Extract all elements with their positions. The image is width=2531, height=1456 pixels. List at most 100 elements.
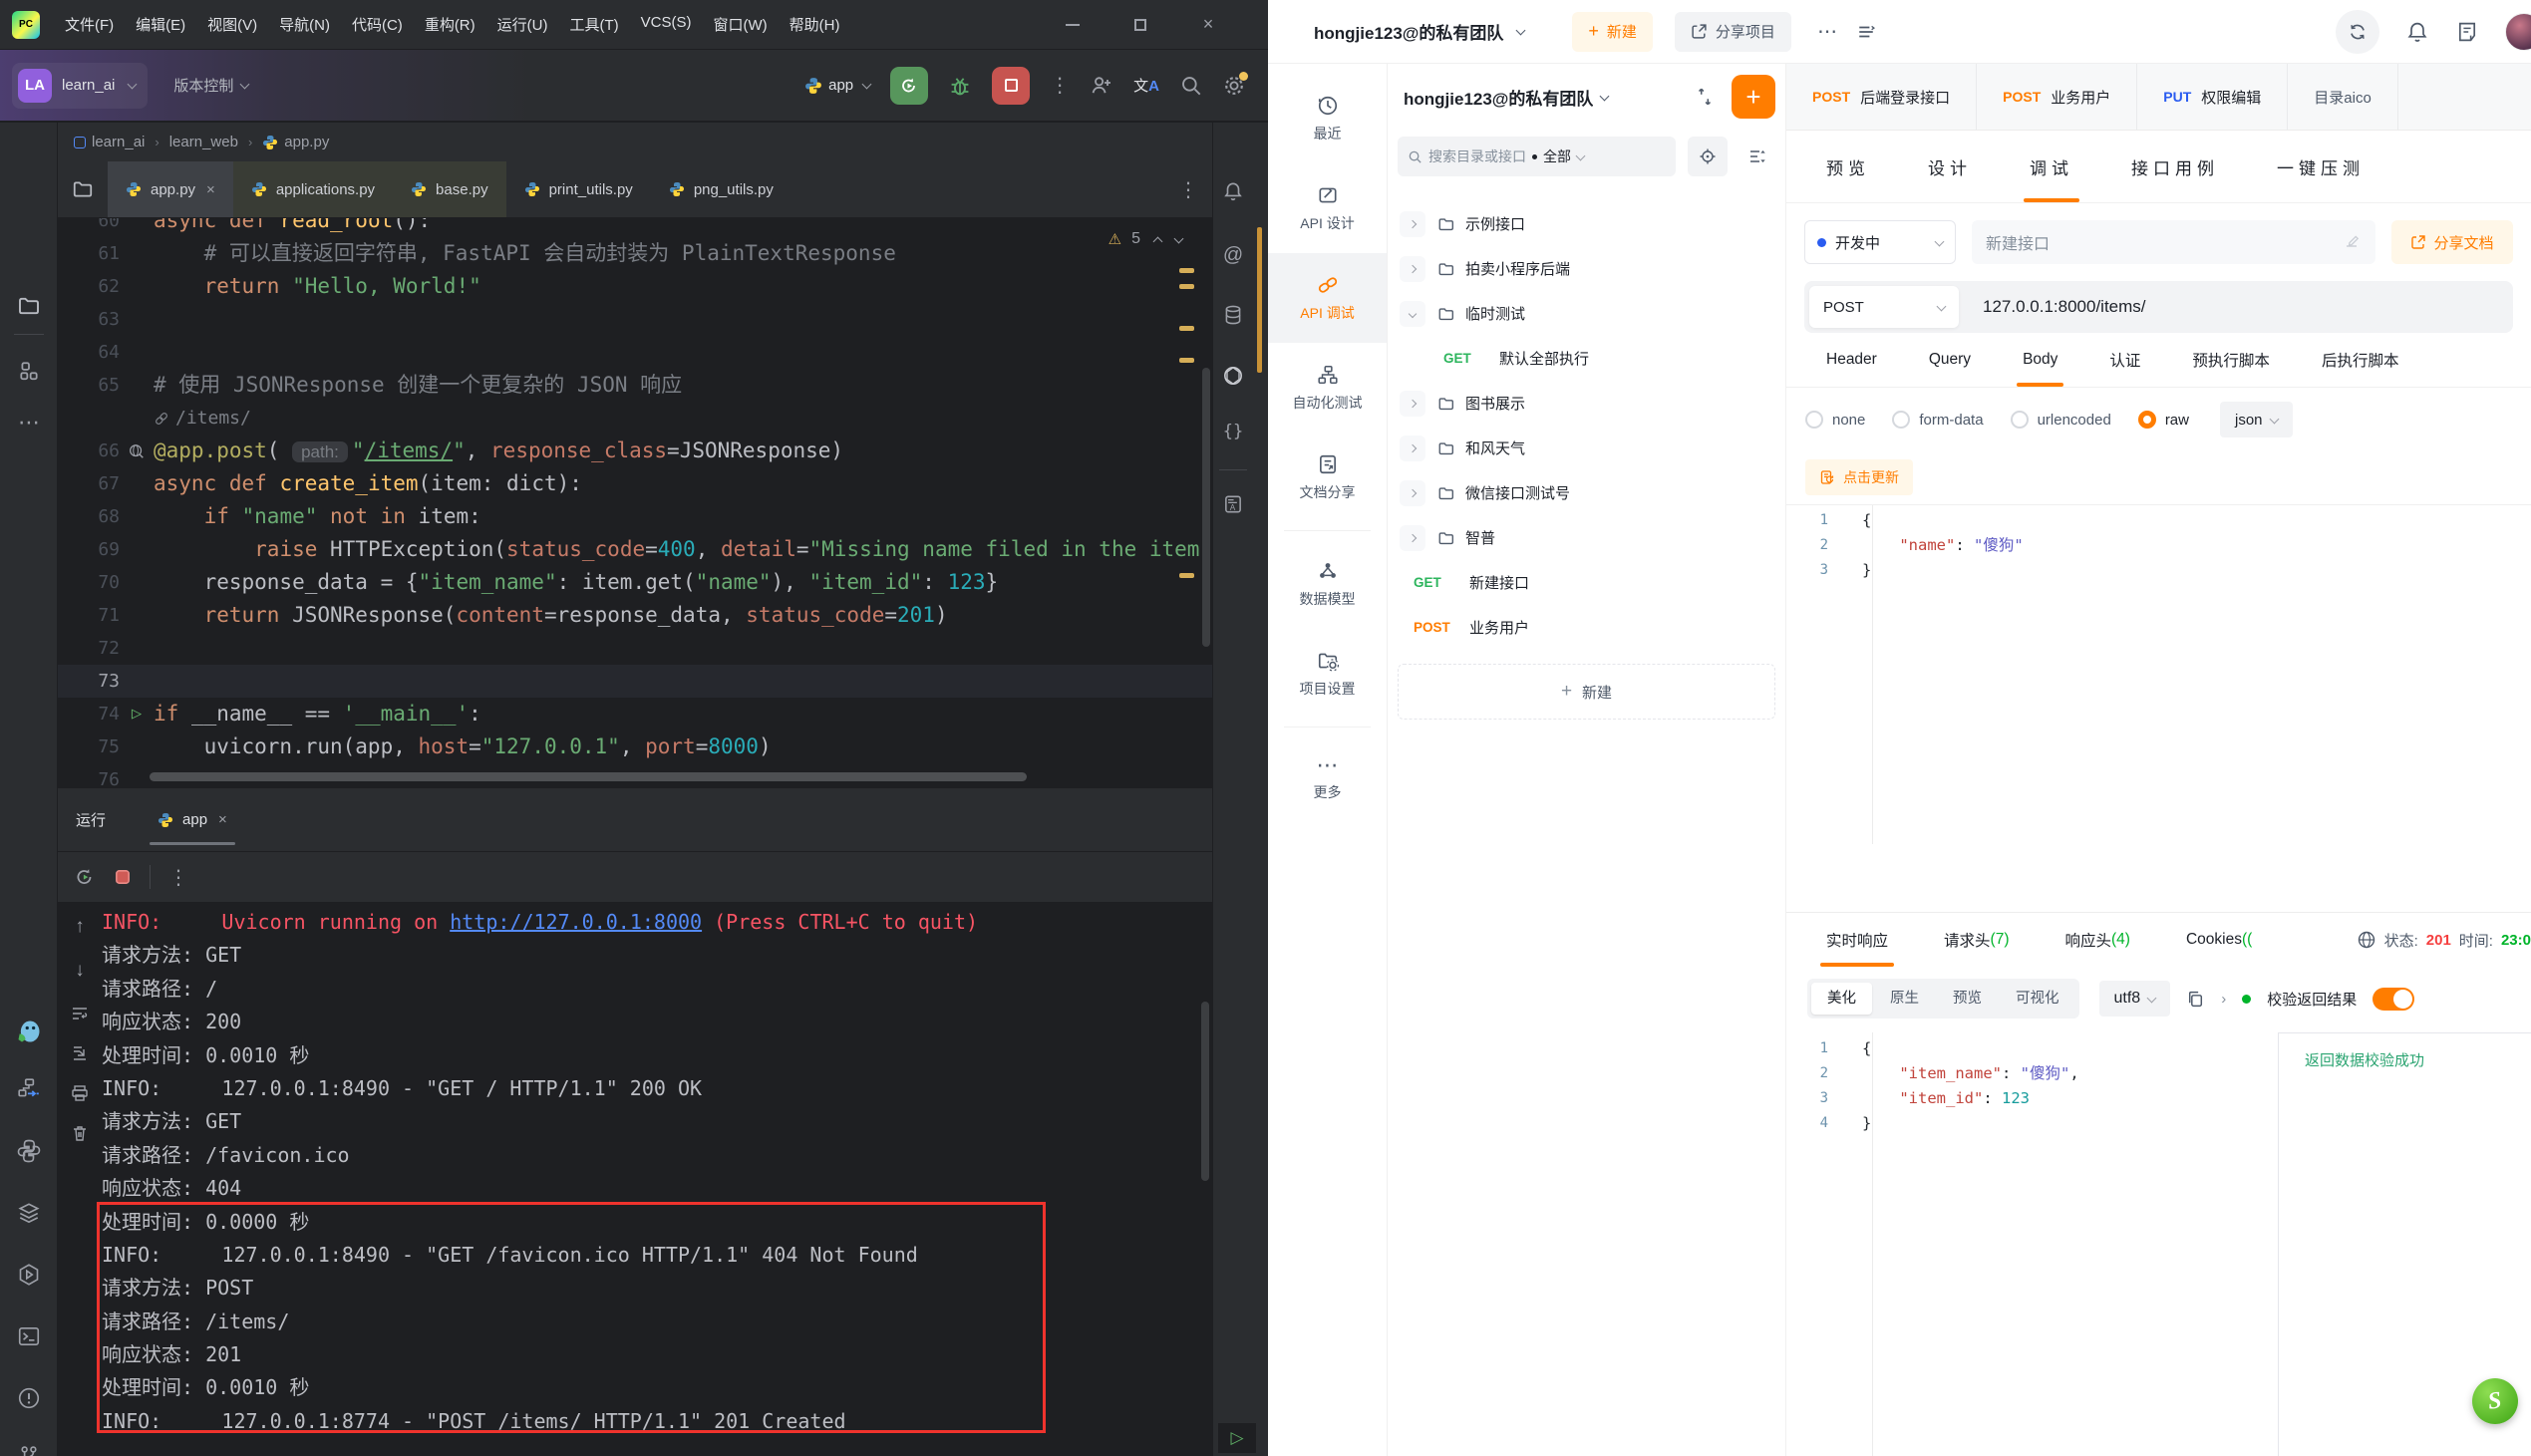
tab-预览[interactable]: 预览	[1826, 131, 1870, 202]
changelog-doc-icon[interactable]	[2455, 20, 2479, 44]
tree-item[interactable]: GET默认全部执行	[1398, 336, 1775, 381]
body-type-urlencoded[interactable]: urlencoded	[2011, 411, 2111, 429]
view-mode-可视化[interactable]: 可视化	[2000, 983, 2075, 1015]
open-api-tab[interactable]: POST后端登录接口	[1786, 64, 1977, 130]
user-avatar[interactable]	[2505, 13, 2531, 51]
terminal-icon[interactable]	[0, 1324, 58, 1348]
view-mode-原生[interactable]: 原生	[1874, 983, 1935, 1015]
edit-pencil-icon[interactable]	[2344, 233, 2362, 251]
prev-problem-icon[interactable]	[1153, 236, 1163, 246]
request-body-editor[interactable]: 1{2 "name": "傻狗"3}	[1786, 505, 2531, 844]
code-line[interactable]: 68 if "name" not in item:	[58, 500, 1212, 533]
menu-item[interactable]: 窗口(W)	[702, 9, 778, 40]
folder-icon[interactable]	[58, 161, 108, 217]
view-mode-美化[interactable]: 美化	[1811, 983, 1872, 1015]
tab-options-icon[interactable]: ⋮	[1178, 177, 1198, 202]
sidebar-item-debug[interactable]: API 调试	[1268, 253, 1387, 343]
api-status-select[interactable]: 开发中	[1804, 220, 1956, 264]
api-gutter-icon[interactable]	[120, 435, 154, 467]
response-tab[interactable]: 响应头(4)	[2064, 913, 2129, 967]
scroll-down-icon[interactable]: ↓	[58, 960, 102, 982]
validate-toggle[interactable]	[2373, 988, 2414, 1011]
run-config-selector[interactable]: app	[804, 77, 870, 95]
more-options-icon[interactable]: ⋯	[1817, 19, 1839, 44]
tree-item[interactable]: 和风天气	[1398, 426, 1775, 470]
code-line[interactable]: 63	[58, 303, 1212, 336]
code-line[interactable]: 72	[58, 632, 1212, 665]
response-tab[interactable]: Cookies((	[2186, 913, 2252, 967]
api-name-input[interactable]: 新建接口	[1972, 220, 2375, 264]
import-export-icon[interactable]	[1694, 86, 1716, 108]
tree-item[interactable]: 临时测试	[1398, 291, 1775, 336]
menu-item[interactable]: 运行(U)	[486, 9, 559, 40]
editor-horizontal-scrollbar[interactable]	[150, 772, 1027, 781]
open-api-tab[interactable]: POST业务用户	[1977, 64, 2137, 130]
sidebar-item-more[interactable]: ⋯更多	[1268, 735, 1387, 825]
project-folder-icon[interactable]	[0, 294, 58, 318]
response-tab[interactable]: 请求头(7)	[1944, 913, 2009, 967]
sync-icon[interactable]	[2336, 10, 2379, 54]
open-api-tab[interactable]: 目录aico	[2288, 64, 2398, 130]
project-title[interactable]: hongjie123@的私有团队	[1404, 85, 1593, 110]
endpoints-icon[interactable]	[0, 1077, 58, 1101]
encoding-select[interactable]: utf8	[2099, 981, 2171, 1017]
body-type-form-data[interactable]: form-data	[1892, 411, 1983, 429]
print-icon[interactable]	[58, 1083, 102, 1103]
request-tab-Body[interactable]: Body	[2023, 333, 2057, 387]
ai-assistant-icon[interactable]: @	[1213, 244, 1253, 267]
editor-vertical-scrollbar[interactable]	[1202, 368, 1210, 647]
code-line[interactable]: 67async def create_item(item: dict):	[58, 467, 1212, 500]
more-tools-icon[interactable]: ⋯	[0, 410, 58, 436]
response-body-viewer[interactable]: 1{2 "item_name": "傻狗",3 "item_id": 1234}	[1786, 1032, 2278, 1456]
team-selector[interactable]: hongjie123@的私有团队	[1314, 19, 1524, 44]
menu-item[interactable]: 导航(N)	[268, 9, 341, 40]
warning-stripe-mark[interactable]	[1179, 326, 1194, 331]
structure-icon[interactable]	[0, 360, 58, 382]
display-mode-icon[interactable]	[1740, 137, 1775, 176]
sidebar-item-settings[interactable]: 项目设置	[1268, 629, 1387, 719]
help-floating-button[interactable]: S	[2472, 1378, 2518, 1424]
code-line[interactable]: 69 raise HTTPException(status_code=400, …	[58, 533, 1212, 566]
code-line[interactable]: 62 return "Hello, World!"	[58, 270, 1212, 303]
soft-wrap-icon[interactable]	[58, 1004, 102, 1023]
menu-item[interactable]: 重构(R)	[414, 9, 486, 40]
copy-icon[interactable]	[2186, 990, 2205, 1009]
code-line[interactable]: 75 uvicorn.run(app, host="127.0.0.1", po…	[58, 730, 1212, 763]
code-line[interactable]: 61 # 可以直接返回字符串, FastAPI 会自动封装为 PlainText…	[58, 237, 1212, 270]
git-branch-icon[interactable]	[0, 1444, 58, 1456]
menu-item[interactable]: 视图(V)	[196, 9, 268, 40]
body-type-raw[interactable]: raw	[2138, 411, 2189, 429]
chevron-right-icon[interactable]	[1400, 436, 1425, 461]
close-icon[interactable]: ×	[218, 811, 227, 828]
code-line[interactable]: 73	[58, 665, 1212, 698]
floating-run-icon[interactable]: ▷	[1218, 1423, 1256, 1453]
python-packages-icon[interactable]	[0, 1139, 58, 1163]
menu-item[interactable]: 帮助(H)	[779, 9, 851, 40]
stop-button[interactable]	[992, 67, 1030, 105]
editor-tab[interactable]: app.py×	[108, 161, 233, 217]
chevron-down-icon[interactable]	[1400, 301, 1425, 327]
project-selector[interactable]: LA learn_ai	[12, 63, 148, 109]
tree-item[interactable]: 图书展示	[1398, 381, 1775, 426]
code-editor[interactable]: 60async def read_root():61 # 可以直接返回字符串, …	[58, 218, 1212, 787]
next-problem-icon[interactable]	[1174, 233, 1184, 243]
warning-stripe-mark[interactable]	[1179, 268, 1194, 273]
share-doc-button[interactable]: 分享文档	[2391, 220, 2513, 264]
sidebar-item-autotest[interactable]: 自动化测试	[1268, 343, 1387, 433]
notifications-bell-icon[interactable]	[1213, 180, 1253, 202]
tree-item[interactable]: 拍卖小程序后端	[1398, 246, 1775, 291]
method-select[interactable]: POST	[1809, 286, 1959, 328]
clear-trash-icon[interactable]	[58, 1123, 102, 1143]
more-actions-icon[interactable]: ⋮	[1050, 73, 1070, 98]
tree-item[interactable]: POST业务用户	[1398, 605, 1775, 650]
scroll-up-icon[interactable]: ↑	[58, 916, 102, 938]
maximize-button[interactable]	[1120, 8, 1160, 42]
url-input[interactable]: 127.0.0.1:8000/items/	[1983, 297, 2146, 317]
editor-tab[interactable]: base.py	[393, 161, 506, 217]
body-type-none[interactable]: none	[1805, 411, 1865, 429]
sidebar-item-docshare[interactable]: 文档分享	[1268, 433, 1387, 522]
translate-icon[interactable]: 文A	[1133, 75, 1159, 96]
vcs-widget[interactable]: 版本控制	[173, 75, 248, 96]
menu-item[interactable]: 编辑(E)	[125, 9, 196, 40]
run-anything-icon[interactable]	[0, 1263, 58, 1287]
